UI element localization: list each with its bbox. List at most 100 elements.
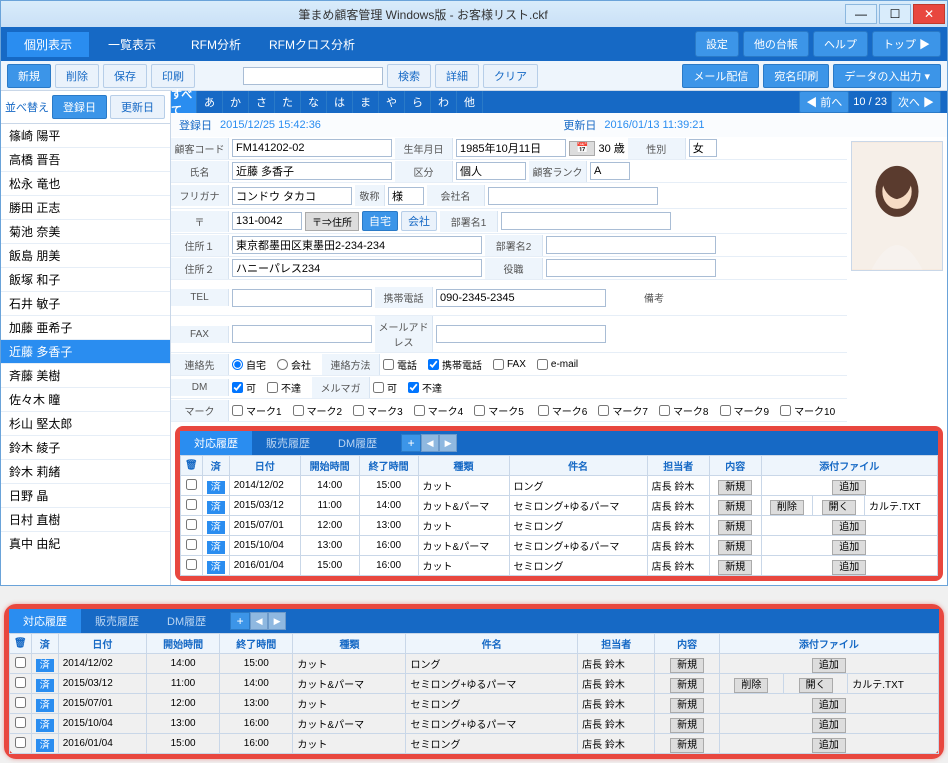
list-item[interactable]: 斉藤 美樹	[1, 364, 170, 388]
kana-tab[interactable]: か	[223, 91, 249, 113]
tab-list[interactable]: 一覧表示	[91, 32, 173, 57]
row-check[interactable]	[186, 499, 197, 510]
hist-add-button[interactable]: 追加	[832, 560, 866, 575]
list-item[interactable]: 松永 竜也	[1, 172, 170, 196]
kana-tab[interactable]: 他	[457, 91, 483, 113]
save-button[interactable]: 保存	[103, 64, 147, 88]
tab-individual[interactable]: 個別表示	[7, 32, 89, 57]
tab-dm[interactable]: DM履歴	[153, 609, 220, 633]
mark-check[interactable]: マーク3	[353, 403, 403, 418]
hist-open-button[interactable]: 開く	[799, 678, 833, 693]
history-next-button[interactable]: ▶	[268, 612, 286, 630]
mark-check[interactable]: マーク7	[598, 403, 648, 418]
delete-button[interactable]: 削除	[55, 64, 99, 88]
kana-tab[interactable]: すべて	[171, 91, 197, 113]
photo-area[interactable]	[851, 141, 943, 271]
tab-history[interactable]: 対応履歴	[9, 609, 81, 633]
list-item[interactable]: 加藤 亜希子	[1, 316, 170, 340]
list-item[interactable]: 篠崎 陽平	[1, 124, 170, 148]
top-button[interactable]: トップ ▶	[872, 31, 941, 57]
hist-add-button[interactable]: 追加	[832, 480, 866, 495]
furigana-input[interactable]	[232, 187, 352, 205]
search-button[interactable]: 検索	[387, 64, 431, 88]
list-item[interactable]: 石井 敏子	[1, 292, 170, 316]
dept1-input[interactable]	[501, 212, 671, 230]
print-button[interactable]: 印刷	[151, 64, 195, 88]
add-history-button[interactable]: +	[230, 612, 250, 630]
col-trash[interactable]: 🗑	[181, 456, 203, 476]
dm-ng-check[interactable]: 不達	[267, 380, 301, 395]
mail-button[interactable]: メール配信	[682, 64, 759, 88]
hist-del-button[interactable]: 削除	[734, 678, 768, 693]
detail-button[interactable]: 詳細	[435, 64, 479, 88]
kana-tab[interactable]: は	[327, 91, 353, 113]
dm-ok-check[interactable]: 可	[232, 380, 256, 395]
work-addr-button[interactable]: 会社	[401, 211, 437, 231]
next-page-button[interactable]: 次へ ▶	[891, 91, 941, 113]
name-list[interactable]: 篠崎 陽平高橋 晋吾松永 竜也勝田 正志菊池 奈美飯島 朋美飯塚 和子石井 敏子…	[1, 124, 170, 554]
kana-tab[interactable]: ま	[353, 91, 379, 113]
hist-open-button[interactable]: 開く	[822, 500, 856, 515]
hist-del-button[interactable]: 削除	[770, 500, 804, 515]
hist-add-button[interactable]: 追加	[812, 658, 846, 673]
list-item[interactable]: 近藤 多香子	[1, 340, 170, 364]
tab-dm[interactable]: DM履歴	[324, 431, 391, 455]
fax-input[interactable]	[232, 325, 372, 343]
dept2-input[interactable]	[546, 236, 716, 254]
list-item[interactable]: 高橋 晋吾	[1, 148, 170, 172]
clear-button[interactable]: クリア	[483, 64, 538, 88]
company-input[interactable]	[488, 187, 658, 205]
addr2-input[interactable]	[232, 259, 482, 277]
home-addr-button[interactable]: 自宅	[362, 211, 398, 231]
method-fax-check[interactable]: FAX	[493, 359, 526, 370]
tab-sales[interactable]: 販売履歴	[81, 609, 153, 633]
list-item[interactable]: 鈴木 綾子	[1, 436, 170, 460]
history-prev-button[interactable]: ◀	[421, 434, 439, 452]
row-check[interactable]	[15, 737, 26, 748]
new-button[interactable]: 新規	[7, 64, 51, 88]
sort-upd-button[interactable]: 更新日	[110, 95, 165, 119]
tab-rfm-cross[interactable]: RFMクロス分析	[259, 32, 365, 57]
row-check[interactable]	[186, 479, 197, 490]
hist-add-button[interactable]: 追加	[812, 738, 846, 753]
position-input[interactable]	[546, 259, 716, 277]
hist-add-button[interactable]: 追加	[832, 540, 866, 555]
addr1-input[interactable]	[232, 236, 482, 254]
tab-history[interactable]: 対応履歴	[180, 431, 252, 455]
name-input[interactable]	[232, 162, 392, 180]
mark-check[interactable]: マーク8	[659, 403, 709, 418]
close-button[interactable]: ✕	[913, 4, 945, 24]
row-check[interactable]	[15, 657, 26, 668]
list-item[interactable]: 菊池 奈美	[1, 220, 170, 244]
mag-ng-check[interactable]: 不達	[408, 380, 442, 395]
list-item[interactable]: 日野 晶	[1, 484, 170, 508]
sort-reg-button[interactable]: 登録日	[52, 95, 107, 119]
hist-add-button[interactable]: 追加	[832, 520, 866, 535]
list-item[interactable]: 真中 由紀	[1, 532, 170, 554]
keisho-select[interactable]	[388, 187, 424, 205]
code-input[interactable]	[232, 139, 392, 157]
add-history-button[interactable]: +	[401, 434, 421, 452]
hist-new-button[interactable]: 新規	[670, 718, 704, 733]
hist-new-button[interactable]: 新規	[718, 500, 752, 515]
prev-page-button[interactable]: ◀ 前へ	[799, 91, 849, 113]
method-tel-check[interactable]: 電話	[383, 357, 417, 372]
search-input[interactable]	[243, 67, 383, 85]
row-check[interactable]	[186, 519, 197, 530]
calendar-icon[interactable]: 📅	[569, 141, 595, 156]
label-print-button[interactable]: 宛名印刷	[763, 64, 829, 88]
hist-new-button[interactable]: 新規	[718, 560, 752, 575]
history-prev-button[interactable]: ◀	[250, 612, 268, 630]
hist-new-button[interactable]: 新規	[718, 520, 752, 535]
settings-button[interactable]: 設定	[695, 31, 739, 57]
minimize-button[interactable]: —	[845, 4, 877, 24]
mail-input[interactable]	[436, 325, 606, 343]
method-mail-check[interactable]: e-mail	[537, 359, 578, 370]
mark-check[interactable]: マーク10	[780, 403, 835, 418]
rank-select[interactable]	[590, 162, 630, 180]
hist-add-button[interactable]: 追加	[812, 698, 846, 713]
hist-new-button[interactable]: 新規	[718, 540, 752, 555]
col-trash[interactable]: 🗑	[10, 634, 32, 654]
kana-tab[interactable]: ら	[405, 91, 431, 113]
kana-tab[interactable]: や	[379, 91, 405, 113]
